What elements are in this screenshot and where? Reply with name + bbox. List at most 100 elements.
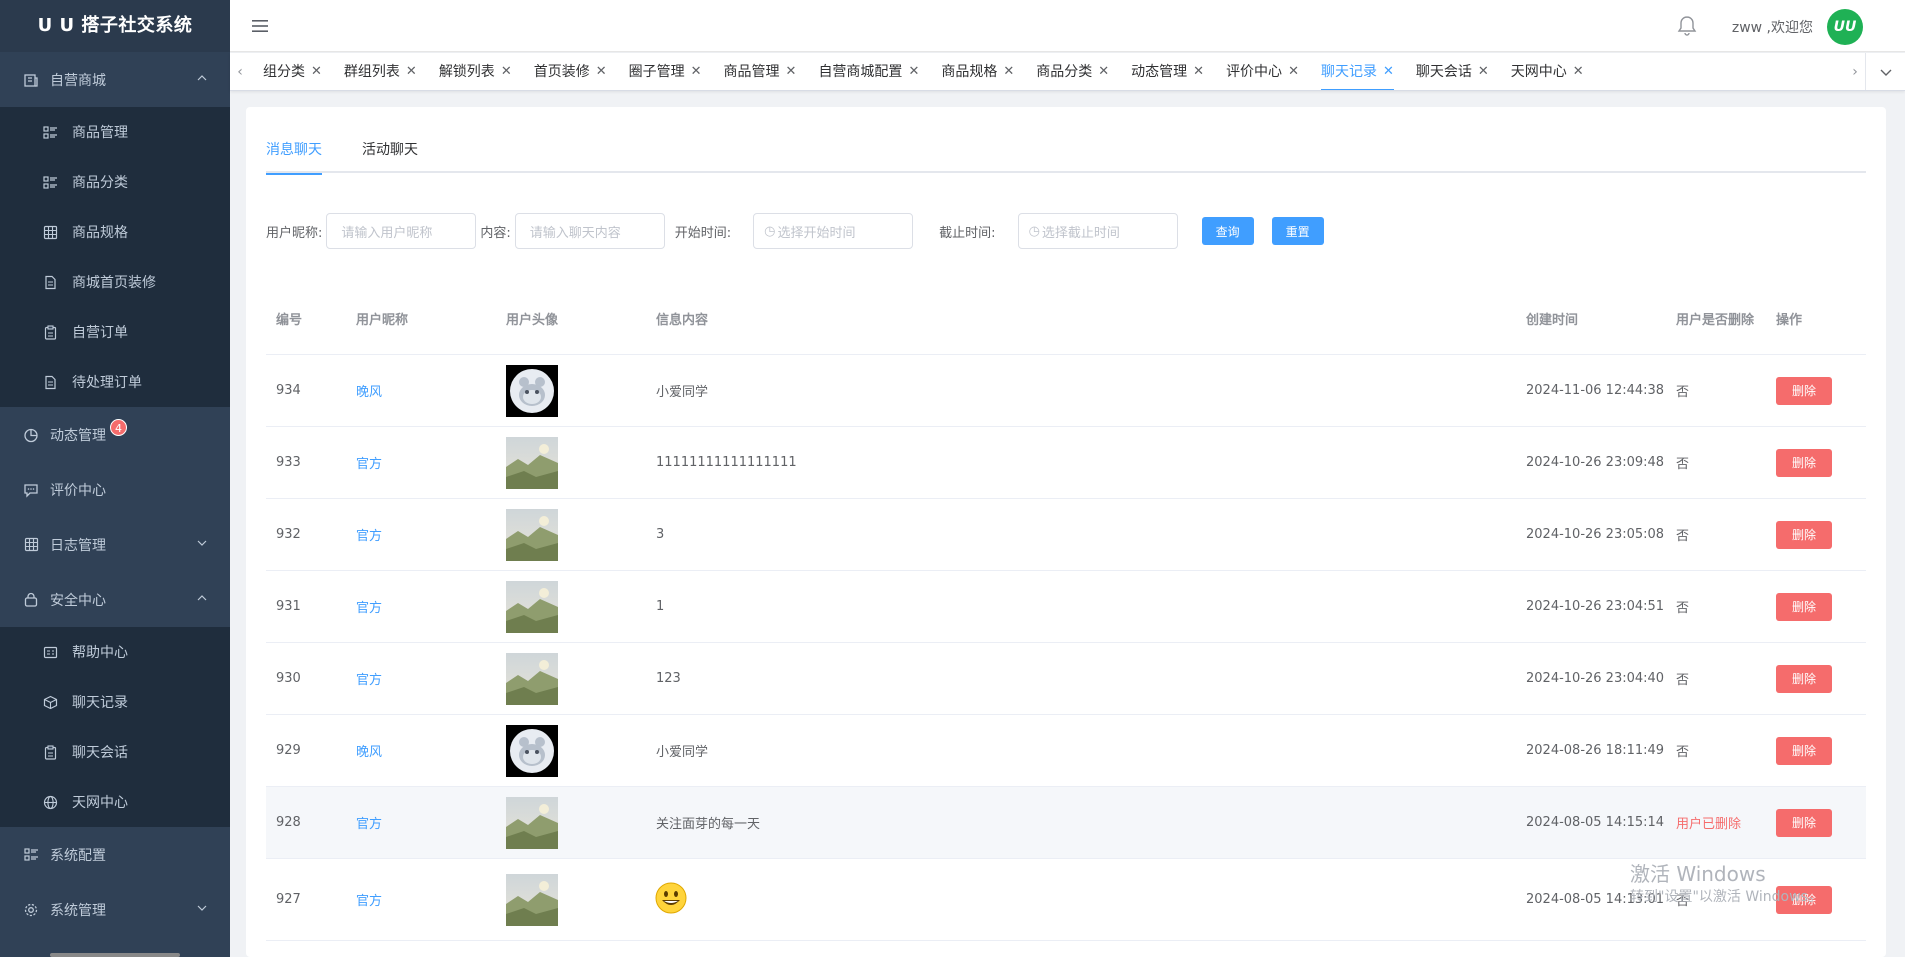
message-content: 1 [656,599,665,614]
avatar-cell [496,724,646,777]
close-icon[interactable]: ✕ [1098,53,1109,90]
close-icon[interactable]: ✕ [1383,53,1394,90]
user-nickname-link[interactable]: 晚风 [356,385,382,400]
close-icon[interactable]: ✕ [596,53,607,90]
end-time-picker[interactable]: ◷ 选择截止时间 [1017,213,1178,249]
subtab-0[interactable]: 消息聊天 [266,137,322,175]
user-avatar-image [506,873,558,926]
scroll-right-icon[interactable]: › [1845,53,1865,90]
tab-10[interactable]: 评价中心 ✕ [1226,53,1299,90]
sidebar-item-group-5[interactable]: 系统配置 [0,827,230,882]
close-icon[interactable]: ✕ [406,53,417,90]
record-id: 934 [276,383,301,398]
delete-button[interactable]: 删除 [1776,592,1832,621]
list-icon [42,124,58,140]
content-input[interactable]: 请输入聊天内容 [514,213,665,249]
clipboard-icon [42,324,58,340]
nickname-input[interactable]: 请输入用户昵称 [326,213,477,249]
column-header: 用户昵称 [356,312,409,328]
tab-12[interactable]: 聊天会话 ✕ [1416,53,1489,90]
user-nickname-link[interactable]: 官方 [356,529,382,544]
tab-1[interactable]: 群组列表 ✕ [344,53,417,90]
close-icon[interactable]: ✕ [311,53,322,90]
tab-7[interactable]: 商品规格 ✕ [941,53,1014,90]
sidebar-item-group-2[interactable]: 评价中心 [0,462,230,517]
delete-button[interactable]: 删除 [1776,664,1832,693]
close-icon[interactable]: ✕ [786,53,797,90]
sidebar-subitem[interactable]: 帮助中心 [0,627,230,677]
user-nickname-link[interactable]: 晚风 [356,745,382,760]
avatar-cell [496,652,646,705]
user-nickname-link[interactable]: 官方 [356,817,382,832]
sidebar-subitem[interactable]: 商城首页装修 [0,257,230,307]
sidebar-subitem[interactable]: 自营订单 [0,307,230,357]
sidebar-subitem[interactable]: 商品规格 [0,207,230,257]
avatar-text: UU [1833,19,1857,35]
tab-13[interactable]: 天网中心 ✕ [1511,53,1584,90]
avatar-cell [496,508,646,561]
bell-icon[interactable] [1675,14,1699,38]
close-icon[interactable]: ✕ [691,53,702,90]
sidebar-item-group-1[interactable]: 动态管理 4 [0,407,230,462]
sidebar-item-group-4[interactable]: 安全中心 [0,572,230,627]
close-icon[interactable]: ✕ [1003,53,1014,90]
close-icon[interactable]: ✕ [908,53,919,90]
sidebar-item-group-6[interactable]: 系统管理 [0,882,230,937]
table-row: 929 晚风 小爱同学 2024-08-26 18:11:49 否 删除 [266,715,1866,787]
user-nickname-link[interactable]: 官方 [356,457,382,472]
tab-0[interactable]: 组分类 ✕ [263,53,322,90]
tab-11[interactable]: 聊天记录 ✕ [1320,53,1394,90]
close-icon[interactable]: ✕ [1193,53,1204,90]
smiley-emoji-icon [655,882,687,913]
sidebar-subitem[interactable]: 聊天记录 [0,677,230,727]
created-time: 2024-11-06 12:44:38 [1526,383,1665,398]
avatar-cell [496,873,646,926]
tab-6[interactable]: 自营商城配置 ✕ [818,53,919,90]
delete-button[interactable]: 删除 [1776,376,1832,405]
sidebar-item-label: 系统管理 [50,902,106,919]
reset-button[interactable]: 重置 [1271,217,1324,245]
delete-button[interactable]: 删除 [1776,808,1832,837]
sidebar-subitem[interactable]: 待处理订单 [0,357,230,407]
message-content [646,881,1516,919]
tab-8[interactable]: 商品分类 ✕ [1036,53,1109,90]
sidebar-item-group-0[interactable]: 自营商城 [0,52,230,107]
user-nickname-link[interactable]: 官方 [356,673,382,688]
hamburger-icon[interactable] [250,16,270,36]
query-button[interactable]: 查询 [1201,217,1254,245]
tab-5[interactable]: 商品管理 ✕ [724,53,797,90]
user-avatar-image [506,436,558,489]
sidebar-subitem[interactable]: 聊天会话 [0,727,230,777]
close-icon[interactable]: ✕ [1288,53,1299,90]
sidebar-subitem[interactable]: 商品管理 [0,107,230,157]
subtab-1[interactable]: 活动聊天 [362,137,418,173]
tab-9[interactable]: 动态管理 ✕ [1131,53,1204,90]
start-time-label: 开始时间: [674,225,732,241]
close-icon[interactable]: ✕ [1573,53,1584,90]
sidebar-item-label: 安全中心 [50,592,106,609]
tab-4[interactable]: 圈子管理 ✕ [629,53,702,90]
user-nickname-link[interactable]: 官方 [356,894,382,909]
user-avatar-image [506,508,558,561]
user-avatar[interactable]: UU [1827,9,1863,45]
chevron-down-icon[interactable] [1865,53,1905,90]
close-icon[interactable]: ✕ [501,53,512,90]
chat-records-table: 编号 用户昵称 用户头像 信息内容 创建时间 用户是否删除 操作 934 晚风 小爱同学 2024… [266,282,1866,941]
document-icon [42,274,58,290]
delete-button[interactable]: 删除 [1776,736,1832,765]
sidebar-subitem[interactable]: 天网中心 [0,777,230,827]
delete-button[interactable]: 删除 [1776,520,1832,549]
delete-button[interactable]: 删除 [1776,448,1832,477]
sidebar-subitem-label: 商品分类 [72,175,128,191]
horizontal-scrollbar[interactable] [50,953,180,957]
tab-3[interactable]: 首页装修 ✕ [534,53,607,90]
tab-2[interactable]: 解锁列表 ✕ [439,53,512,90]
start-time-picker[interactable]: ◷ 选择开始时间 [753,213,914,249]
sidebar-subitem[interactable]: 商品分类 [0,157,230,207]
sidebar-item-group-3[interactable]: 日志管理 [0,517,230,572]
sidebar-subitem-label: 自营订单 [72,325,128,341]
scroll-left-icon[interactable]: ‹ [230,53,250,90]
close-icon[interactable]: ✕ [1478,53,1489,90]
user-nickname-link[interactable]: 官方 [356,601,382,616]
record-id: 932 [276,527,301,542]
